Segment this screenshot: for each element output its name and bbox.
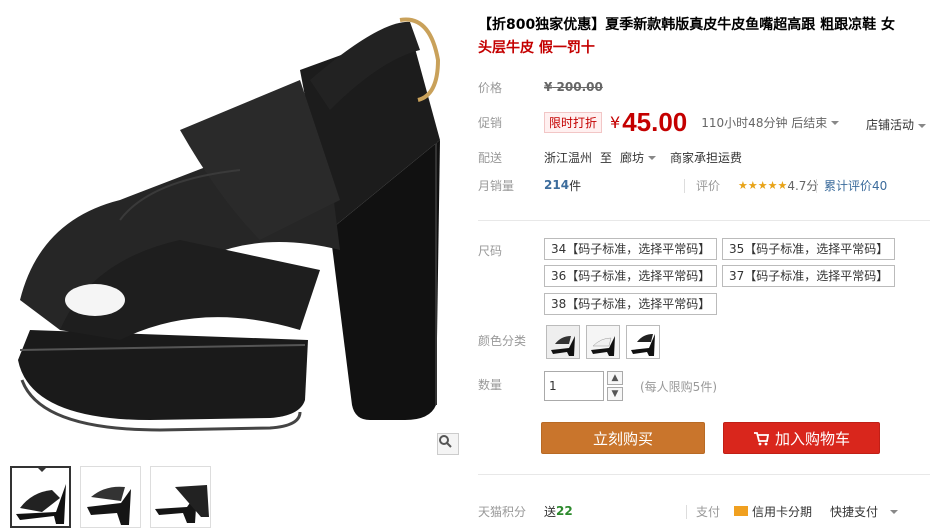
promo-tag: 限时打折 (544, 111, 603, 133)
quantity-label: 数量 (478, 377, 503, 392)
quick-pay-dropdown[interactable]: 快捷支付 (830, 503, 899, 520)
color-option-3[interactable] (626, 325, 660, 359)
thumb-sandal-image (81, 467, 140, 525)
rating-block: 评价 ★★★★★ 4.7分 (696, 175, 818, 195)
buy-now-button[interactable]: 立刻购买 (541, 422, 705, 454)
ship-to-word: 至 (600, 150, 613, 165)
points-label: 天猫积分 (478, 504, 527, 519)
size-option-38[interactable]: 38【码子标准，选择平常码】 (544, 293, 718, 315)
size-option-35[interactable]: 35【码子标准，选择平常码】 (722, 238, 896, 260)
zoom-button[interactable] (437, 433, 459, 455)
promo-label: 促销 (478, 115, 503, 130)
quantity-increase-button[interactable]: ▲ (607, 371, 623, 385)
price-row: 价格 ¥ 200.00 (478, 77, 603, 97)
color-swatch-image (627, 326, 659, 358)
quantity-input[interactable]: 1 (544, 371, 604, 401)
thumbnail-1[interactable] (10, 466, 71, 528)
sales-row: 月销量 214 件 (478, 175, 581, 195)
size-option-34[interactable]: 34【码子标准，选择平常码】 (544, 238, 718, 260)
promo-row: 促销 限时打折 ¥ 45.00 110小时48分钟 后结束 (478, 107, 840, 137)
color-label-row: 颜色分类 (478, 330, 544, 350)
star-rating-icon: ★★★★★ (738, 178, 788, 192)
chevron-down-icon (831, 121, 840, 125)
shipping-row: 配送 浙江温州 至 廊坊 商家承担运费 (478, 147, 742, 167)
sales-label: 月销量 (478, 178, 515, 193)
points-prefix: 送 (544, 504, 557, 519)
reviews-link[interactable]: 累计评价40 (824, 175, 887, 195)
thumbnail-3[interactable] (150, 466, 211, 528)
sales-unit: 件 (569, 178, 582, 193)
currency-sign: ¥ (610, 112, 621, 132)
credit-installment[interactable]: 信用卡分期 (752, 503, 812, 520)
rating-score: 4.7分 (787, 178, 819, 193)
size-label: 尺码 (478, 243, 503, 258)
size-option-36[interactable]: 36【码子标准，选择平常码】 (544, 265, 718, 287)
ship-destination-dropdown[interactable]: 廊坊 (620, 149, 657, 166)
separator (478, 220, 930, 221)
current-price: 45.00 (622, 106, 688, 137)
chevron-down-icon (918, 123, 927, 128)
title-line2: 头层牛皮 假一罚十 (478, 40, 595, 56)
magnifier-icon (439, 435, 452, 448)
add-to-cart-button[interactable]: 加入购物车 (723, 422, 880, 454)
countdown-timer[interactable]: 110小时48分钟 后结束 (701, 114, 840, 131)
sandal-illustration (18, 17, 441, 432)
color-option-2[interactable] (586, 325, 620, 359)
main-product-image[interactable] (0, 0, 462, 456)
thumbnail-2[interactable] (80, 466, 141, 528)
title-highlight: 【折800独家优惠】 (478, 17, 606, 33)
divider (686, 505, 687, 519)
quantity-label-row: 数量 (478, 374, 544, 394)
points-row: 天猫积分 送 22 (478, 501, 573, 521)
color-option-1[interactable] (546, 325, 580, 359)
shipping-label: 配送 (478, 150, 503, 165)
color-swatch-image (547, 326, 579, 358)
product-title: 【折800独家优惠】夏季新款韩版真皮牛皮鱼嘴超高跟 粗跟凉鞋 女 头层牛皮 假一… (478, 14, 928, 60)
purchase-limit: (每人限购5件) (640, 380, 717, 394)
points-value: 22 (556, 504, 573, 518)
quantity-decrease-button[interactable]: ▼ (607, 387, 623, 401)
cart-icon (753, 432, 770, 446)
thumb-sandal-image (16, 484, 66, 524)
color-label: 颜色分类 (478, 333, 527, 348)
ship-from: 浙江温州 (544, 150, 593, 165)
divider (684, 179, 685, 193)
chevron-down-icon (648, 156, 657, 160)
size-label-row: 尺码 (478, 240, 544, 260)
separator (478, 474, 930, 475)
pay-label: 支付 (696, 504, 721, 519)
payment-row: 支付 信用卡分期 快捷支付 (696, 501, 899, 521)
shop-activity-dropdown[interactable]: 店铺活动 (866, 116, 927, 133)
add-cart-label: 加入购物车 (774, 430, 850, 448)
chevron-down-icon (890, 510, 899, 514)
shipping-fee: 商家承担运费 (670, 150, 743, 165)
sales-count: 214 (544, 178, 570, 192)
size-option-37[interactable]: 37【码子标准，选择平常码】 (722, 265, 896, 287)
rating-label: 评价 (696, 178, 721, 193)
price-label: 价格 (478, 80, 503, 95)
credit-card-icon (734, 506, 748, 516)
divider (816, 179, 817, 193)
thumbnail-strip (10, 466, 211, 528)
thumb-sandal-image (155, 485, 209, 523)
color-swatch-image (587, 326, 619, 358)
original-price: ¥ 200.00 (544, 80, 603, 94)
title-text: 夏季新款韩版真皮牛皮鱼嘴超高跟 粗跟凉鞋 女 (605, 17, 895, 33)
